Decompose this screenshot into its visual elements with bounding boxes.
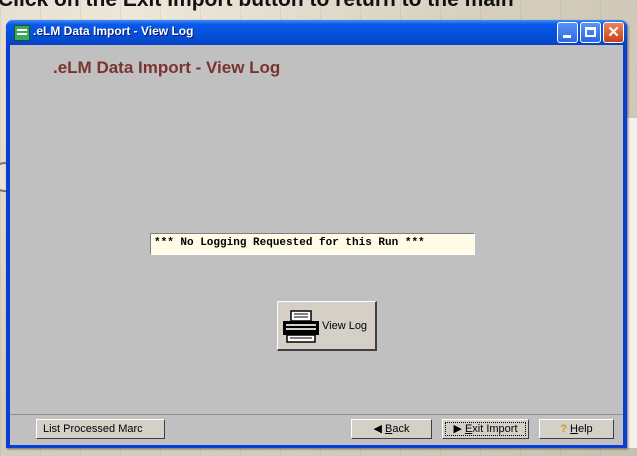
log-message-box: *** No Logging Requested for this Run **… (150, 233, 475, 255)
minimize-icon (563, 35, 571, 38)
list-processed-marc-button[interactable]: List Processed Marc (36, 419, 165, 439)
app-window: .eLM Data Import - View Log ✕ .eLM Data … (6, 20, 627, 448)
bottom-toolbar: List Processed Marc ◀ Back ▶ Exit Import ?… (10, 414, 623, 445)
client-area: .eLM Data Import - View Log *** No Loggi… (10, 45, 623, 445)
title-bar[interactable]: .eLM Data Import - View Log ✕ (6, 20, 627, 45)
view-log-label: View Log (322, 320, 368, 332)
maximize-button[interactable] (580, 22, 601, 43)
log-message: *** No Logging Requested for this Run **… (154, 237, 425, 249)
close-button[interactable]: ✕ (603, 22, 624, 43)
printer-icon (283, 310, 319, 343)
view-log-button[interactable]: View Log (277, 301, 377, 351)
background-page-edge (626, 118, 637, 448)
window-title: .eLM Data Import - View Log (33, 24, 194, 38)
minimize-button[interactable] (557, 22, 578, 43)
maximize-icon (585, 27, 596, 37)
help-button[interactable]: ? Help (539, 419, 614, 439)
back-button[interactable]: ◀ Back (351, 419, 432, 439)
back-arrow-icon: ◀ (373, 423, 382, 435)
page-title: .eLM Data Import - View Log (53, 58, 281, 77)
back-label: Back (385, 423, 410, 435)
close-icon: ✕ (607, 24, 620, 41)
list-processed-marc-label: List Processed Marc (43, 423, 143, 435)
tutorial-caption: Click on the Exit Import button to retur… (0, 0, 637, 12)
help-label: Help (570, 423, 593, 435)
help-icon: ? (560, 423, 568, 435)
app-icon[interactable] (14, 25, 30, 41)
exit-import-button[interactable]: ▶ Exit Import (442, 419, 529, 439)
focus-rectangle (445, 422, 526, 436)
